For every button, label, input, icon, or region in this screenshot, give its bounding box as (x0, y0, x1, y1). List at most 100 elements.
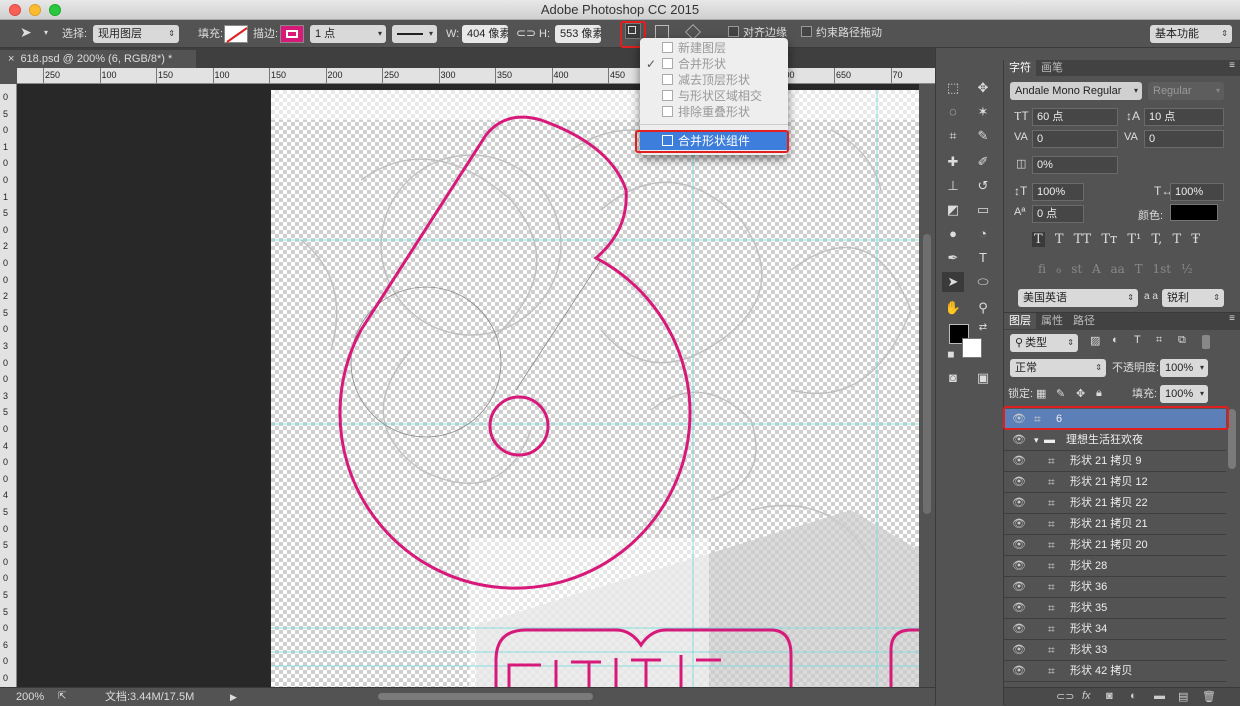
layer-row[interactable]: 👁︎ ⌗ 形状 35 (1004, 598, 1226, 619)
menu-item-exclude-overlap[interactable]: 排除重叠形状 (640, 104, 788, 120)
path-select-tool-icon[interactable]: ➤ (20, 24, 32, 41)
default-colors-icon[interactable]: ◼ (940, 344, 962, 364)
layers-scroll-thumb[interactable] (1228, 409, 1236, 469)
baseline-shift-field[interactable]: 0 点 (1032, 205, 1084, 223)
stroke-swatch[interactable] (280, 25, 304, 43)
zoom-level[interactable]: 200% (16, 688, 44, 706)
visibility-eye-icon[interactable]: 👁︎ (1012, 661, 1028, 681)
quick-mask-icon[interactable]: ◙ (942, 368, 964, 388)
crop-tool-icon[interactable]: ⌗ (942, 126, 964, 146)
faux-bold-button[interactable]: T (1032, 232, 1045, 247)
visibility-eye-icon[interactable]: 👁︎ (1012, 556, 1028, 576)
tracking-field[interactable]: 0 (1144, 130, 1224, 148)
menu-item-combine-shapes[interactable]: ✓ 合并形状 (640, 56, 788, 72)
swash-button[interactable]: A (1092, 262, 1101, 276)
alternates-button[interactable]: ℴ (1056, 262, 1062, 276)
layer-row[interactable]: 👁︎ ⌗ 形状 21 拷贝 20 (1004, 535, 1226, 556)
layer-row[interactable]: 👁︎ ⌗ 形状 21 拷贝 9 (1004, 451, 1226, 472)
tab-character[interactable]: 字符 (1004, 60, 1036, 76)
canvas-workspace[interactable] (17, 84, 919, 687)
visibility-eye-icon[interactable]: 👁︎ (1012, 577, 1028, 597)
fill-swatch[interactable] (224, 25, 248, 43)
tab-properties[interactable]: 属性 (1036, 313, 1068, 329)
dodge-tool-icon[interactable]: ◔ (972, 224, 994, 244)
tab-layers[interactable]: 图层 (1004, 313, 1036, 329)
healing-brush-tool-icon[interactable]: ✚ (942, 152, 964, 172)
ordinals-button[interactable]: 1st (1153, 262, 1172, 276)
height-field[interactable]: 553 像素 (555, 25, 601, 43)
menu-item-subtract-front[interactable]: 减去顶层形状 (640, 72, 788, 88)
type-tool-icon[interactable]: T (972, 248, 994, 268)
path-alignment-icon[interactable] (655, 25, 669, 39)
scroll-thumb[interactable] (923, 234, 931, 514)
workspace-dropdown[interactable]: 基本功能 ⇕ (1150, 25, 1232, 43)
select-dropdown[interactable]: 现用图层 ⇕ (93, 25, 179, 43)
add-mask-icon[interactable]: ◙ (1106, 690, 1113, 702)
layer-row[interactable]: 👁︎ ⌗ 形状 21 拷贝 21 (1004, 514, 1226, 535)
all-caps-button[interactable]: TT (1074, 232, 1092, 247)
font-family-dropdown[interactable]: Andale Mono Regular ▾ (1010, 82, 1142, 100)
pen-tool-icon[interactable]: ✒ (942, 248, 964, 268)
visibility-eye-icon[interactable]: 👁︎ (1012, 451, 1028, 471)
zoom-window-button[interactable] (49, 4, 61, 16)
marquee-tool-icon[interactable]: ⬚ (942, 78, 964, 98)
screen-mode-icon[interactable]: ▣ (972, 368, 994, 388)
panel-menu-icon[interactable]: ≡ (1229, 60, 1235, 71)
layers-menu-icon[interactable]: ≡ (1229, 313, 1235, 324)
underline-button[interactable]: T (1172, 232, 1181, 247)
lasso-tool-icon[interactable]: ◌ (942, 102, 964, 122)
lock-image-icon[interactable]: ✎ (1056, 387, 1065, 400)
layer-row[interactable]: 👁︎ ⌗ 形状 42 拷贝 (1004, 661, 1226, 682)
export-icon[interactable]: ⇱ (58, 688, 66, 706)
small-caps-button[interactable]: Tт (1101, 232, 1117, 247)
kerning-field[interactable]: 0 (1032, 130, 1118, 148)
close-tab-icon[interactable]: × (8, 53, 14, 65)
status-arrow-icon[interactable]: ▶ (230, 688, 237, 706)
move-tool-icon[interactable]: ✥ (972, 78, 994, 98)
filter-toggle[interactable] (1202, 335, 1210, 349)
subscript-button[interactable]: T, (1151, 232, 1162, 247)
layer-row[interactable]: 👁︎ ⌗ 形状 34 (1004, 619, 1226, 640)
artwork-svg[interactable] (271, 90, 919, 687)
ligatures-button[interactable]: fi (1038, 262, 1046, 276)
clone-stamp-tool-icon[interactable]: ⊥ (942, 176, 964, 196)
leading-field[interactable]: 10 点 (1144, 108, 1224, 126)
antialias-dropdown[interactable]: 锐利 ⇕ (1162, 289, 1224, 307)
ellipse-tool-icon[interactable]: ⬭ (972, 272, 994, 292)
new-group-icon[interactable]: ▬ (1154, 690, 1165, 702)
blur-tool-icon[interactable]: ● (942, 224, 964, 244)
layer-row[interactable]: 👁︎ ⌗ 形状 21 拷贝 22 (1004, 493, 1226, 514)
layer-row[interactable]: 👁︎ ⌗ 形状 21 拷贝 12 (1004, 472, 1226, 493)
horizontal-scroll-thumb[interactable] (378, 693, 593, 700)
layer-row[interactable]: 👁︎ ⌗ 形状 28 (1004, 556, 1226, 577)
document-tab[interactable]: × 618.psd @ 200% (6, RGB/8*) * (0, 50, 196, 68)
fx-icon[interactable]: fx (1082, 690, 1091, 702)
faux-italic-button[interactable]: T (1055, 232, 1064, 247)
lock-transparent-icon[interactable]: ▦ (1036, 387, 1046, 400)
discretionary-ligatures-button[interactable]: st (1071, 262, 1082, 276)
language-dropdown[interactable]: 美国英语 ⇕ (1018, 289, 1138, 307)
close-window-button[interactable] (9, 4, 21, 16)
filter-pixel-icon[interactable]: ▨ (1090, 334, 1100, 347)
hand-tool-icon[interactable]: ✋ (942, 298, 964, 318)
brush-tool-icon[interactable]: ✐ (972, 152, 994, 172)
stylistic-alternates-button[interactable]: aa (1111, 262, 1125, 276)
layer-row[interactable]: 👁︎ ⌗ 形状 36 (1004, 577, 1226, 598)
visibility-eye-icon[interactable]: 👁︎ (1012, 493, 1028, 513)
font-size-field[interactable]: 60 点 (1032, 108, 1118, 126)
group-expand-icon[interactable]: ▾ (1034, 430, 1039, 450)
gradient-tool-icon[interactable]: ▭ (972, 200, 994, 220)
text-color-swatch[interactable] (1170, 204, 1218, 221)
layer-group-row[interactable]: 👁︎ ▾ ▬ 理想生活狂欢夜 (1004, 430, 1226, 451)
filter-smart-object-icon[interactable]: ⧉ (1178, 334, 1186, 347)
minimize-window-button[interactable] (29, 4, 41, 16)
new-layer-icon[interactable]: ▤ (1178, 690, 1188, 703)
vertical-ruler[interactable]: 0 5 0 1 0 0 1 5 0 2 0 0 2 5 0 3 0 0 3 5 0 4 0 0 4 5 0 5 0 0 5 5 0 6 0 0 (0, 84, 17, 687)
visibility-eye-icon[interactable]: 👁︎ (1012, 640, 1028, 660)
strikethrough-button[interactable]: Ŧ (1191, 232, 1200, 247)
vertical-scale-field[interactable]: 100% (1032, 183, 1084, 201)
trash-icon[interactable]: 🗑︎ (1202, 690, 1216, 703)
document-canvas[interactable] (271, 90, 919, 687)
path-selection-tool-icon[interactable]: ➤ (942, 272, 964, 292)
filter-type-icon[interactable]: T (1134, 334, 1141, 346)
